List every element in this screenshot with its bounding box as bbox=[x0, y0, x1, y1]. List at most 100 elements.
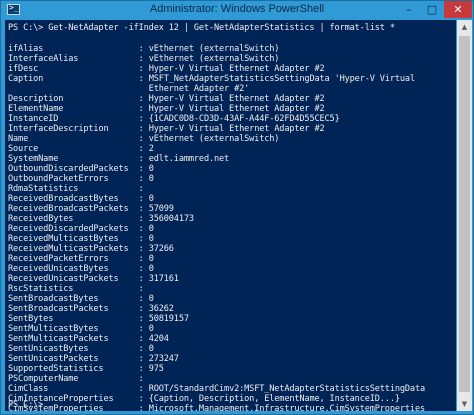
property-separator: : bbox=[38, 144, 149, 154]
property-value: 4204 bbox=[148, 334, 169, 344]
property-row: ReceivedBroadcastPackets : 57099 bbox=[8, 204, 174, 214]
arrow-down-icon[interactable]: ▼ bbox=[457, 397, 472, 411]
property-name: PSComputerName bbox=[8, 374, 79, 384]
property-value: 975 bbox=[148, 364, 164, 374]
property-value: 2 bbox=[148, 144, 154, 154]
property-row: SentMulticastPackets : 4204 bbox=[8, 334, 169, 344]
property-separator: : bbox=[43, 44, 149, 54]
command-line: PS C:\> Get-NetAdapter -ifIndex 12 | Get… bbox=[8, 23, 395, 33]
property-value: Hyper-V Virtual Ethernet Adapter #2 bbox=[148, 64, 325, 74]
property-name: SentUnicastPackets bbox=[8, 354, 99, 364]
property-name: SupportedStatistics bbox=[8, 364, 104, 374]
property-separator: : bbox=[128, 164, 149, 174]
title-bar[interactable]: >_ Administrator: Windows PowerShell – □… bbox=[1, 1, 473, 19]
property-name: ReceivedBytes bbox=[8, 214, 74, 224]
property-value: {Caption, Description, ElementName, Inst… bbox=[148, 394, 400, 404]
property-row: ReceivedUnicastPackets : 317161 bbox=[8, 274, 179, 284]
property-row: SystemName : edlt.iammred.net bbox=[8, 154, 229, 164]
property-name: Source bbox=[8, 144, 39, 154]
property-row: OutboundDiscardedPackets : 0 bbox=[8, 164, 154, 174]
property-value: Hyper-V Virtual Ethernet Adapter #2 bbox=[148, 104, 325, 114]
property-value: 317161 bbox=[148, 274, 179, 284]
property-row: ifAlias : vEthernet (externalSwitch) bbox=[8, 44, 279, 54]
minimize-button[interactable]: – bbox=[398, 1, 420, 18]
property-name: CimClass bbox=[8, 384, 49, 394]
property-row: ReceivedBytes : 356004173 bbox=[8, 214, 194, 224]
property-name: SentMulticastBytes bbox=[8, 324, 99, 334]
property-separator: : bbox=[38, 64, 149, 74]
property-row: SentBroadcastPackets : 36262 bbox=[8, 304, 174, 314]
prompt-line[interactable]: PS C:\> bbox=[8, 400, 43, 410]
property-separator: : bbox=[108, 124, 149, 134]
property-name: ReceivedUnicastBytes bbox=[8, 264, 109, 274]
property-separator: : bbox=[78, 184, 149, 194]
property-value: 0 bbox=[148, 264, 154, 274]
property-separator: : bbox=[108, 264, 149, 274]
property-value: 0 bbox=[148, 174, 154, 184]
close-button[interactable]: ✕ bbox=[444, 1, 472, 18]
property-row: CimClass : ROOT/StandardCimv2:MSFT_NetAd… bbox=[8, 384, 425, 394]
property-value: Hyper-V Virtual Ethernet Adapter #2 bbox=[148, 124, 325, 134]
property-name: InterfaceDescription bbox=[8, 124, 109, 134]
property-name: ElementName bbox=[8, 104, 64, 114]
property-separator: : bbox=[63, 104, 149, 114]
property-separator: : bbox=[28, 134, 149, 144]
property-separator: : bbox=[128, 204, 149, 214]
property-row: ReceivedMulticastPackets : 37266 bbox=[8, 244, 174, 254]
property-row: Description : Hyper-V Virtual Ethernet A… bbox=[8, 94, 325, 104]
property-row: InstanceID : {1CADC0D8-CD3D-43AF-A44F-62… bbox=[8, 114, 340, 124]
property-name: OutboundPacketErrors bbox=[8, 174, 109, 184]
scrollbar-thumb[interactable] bbox=[459, 36, 470, 392]
property-value: 0 bbox=[148, 254, 154, 264]
property-value: 0 bbox=[148, 294, 154, 304]
property-row: Name : vEthernet (externalSwitch) bbox=[8, 134, 279, 144]
property-row: InterfaceDescription : Hyper-V Virtual E… bbox=[8, 124, 325, 134]
property-separator: : bbox=[48, 384, 149, 394]
property-row: SentMulticastBytes : 0 bbox=[8, 324, 154, 334]
property-name: ReceivedUnicastPackets bbox=[8, 274, 119, 284]
property-row: RdmaStatistics : bbox=[8, 184, 149, 194]
property-value: ROOT/StandardCimv2:MSFT_NetAdapterStatis… bbox=[148, 384, 426, 394]
property-separator: : bbox=[78, 54, 149, 64]
property-row: ReceivedMulticastBytes : 0 bbox=[8, 234, 154, 244]
vertical-scrollbar[interactable]: ▲ ▼ bbox=[457, 20, 472, 411]
property-separator: : bbox=[128, 244, 149, 254]
property-name: Name bbox=[8, 134, 29, 144]
property-row: Ethernet Adapter #2' bbox=[8, 84, 250, 94]
property-separator: : bbox=[58, 114, 149, 124]
property-value: 37266 bbox=[148, 244, 174, 254]
property-name: ifDesc bbox=[8, 64, 39, 74]
property-name: Description bbox=[8, 94, 64, 104]
property-name: SentUnicastBytes bbox=[8, 344, 89, 354]
property-row: Caption : MSFT_NetAdapterStatisticsSetti… bbox=[8, 74, 415, 84]
property-name: ReceivedDiscardedPackets bbox=[8, 224, 129, 234]
property-separator: : bbox=[113, 394, 149, 404]
property-separator: : bbox=[58, 154, 149, 164]
property-value: 0 bbox=[148, 194, 154, 204]
property-separator: : bbox=[73, 214, 149, 224]
property-row: ReceivedDiscardedPackets : 0 bbox=[8, 224, 154, 234]
arrow-up-icon[interactable]: ▲ bbox=[457, 20, 472, 34]
property-row: InterfaceAlias : vEthernet (externalSwit… bbox=[8, 54, 279, 64]
property-name: InterfaceAlias bbox=[8, 54, 79, 64]
property-name: ReceivedBroadcastBytes bbox=[8, 194, 119, 204]
property-separator: : bbox=[88, 344, 149, 354]
property-separator: : bbox=[118, 194, 149, 204]
property-row: SentUnicastBytes : 0 bbox=[8, 344, 154, 354]
property-row: SentBroadcastBytes : 0 bbox=[8, 294, 154, 304]
property-value: 50819157 bbox=[148, 314, 189, 324]
property-name: SystemName bbox=[8, 154, 59, 164]
property-separator: : bbox=[103, 364, 149, 374]
property-value: vEthernet (externalSwitch) bbox=[148, 44, 280, 54]
property-value: 273247 bbox=[148, 354, 179, 364]
property-separator: : bbox=[98, 324, 149, 334]
property-separator: : bbox=[118, 234, 149, 244]
property-value: Microsoft.Management.Infrastructure.CimS… bbox=[148, 404, 426, 411]
property-value: vEthernet (externalSwitch) bbox=[148, 134, 280, 144]
maximize-button[interactable]: □ bbox=[421, 1, 443, 18]
property-name: ReceivedMulticastBytes bbox=[8, 234, 119, 244]
console-output[interactable]: PS C:\> Get-NetAdapter -ifIndex 12 | Get… bbox=[5, 20, 456, 411]
property-value: 0 bbox=[148, 344, 154, 354]
property-row: ElementName : Hyper-V Virtual Ethernet A… bbox=[8, 104, 325, 114]
powershell-window: >_ Administrator: Windows PowerShell – □… bbox=[0, 0, 474, 415]
